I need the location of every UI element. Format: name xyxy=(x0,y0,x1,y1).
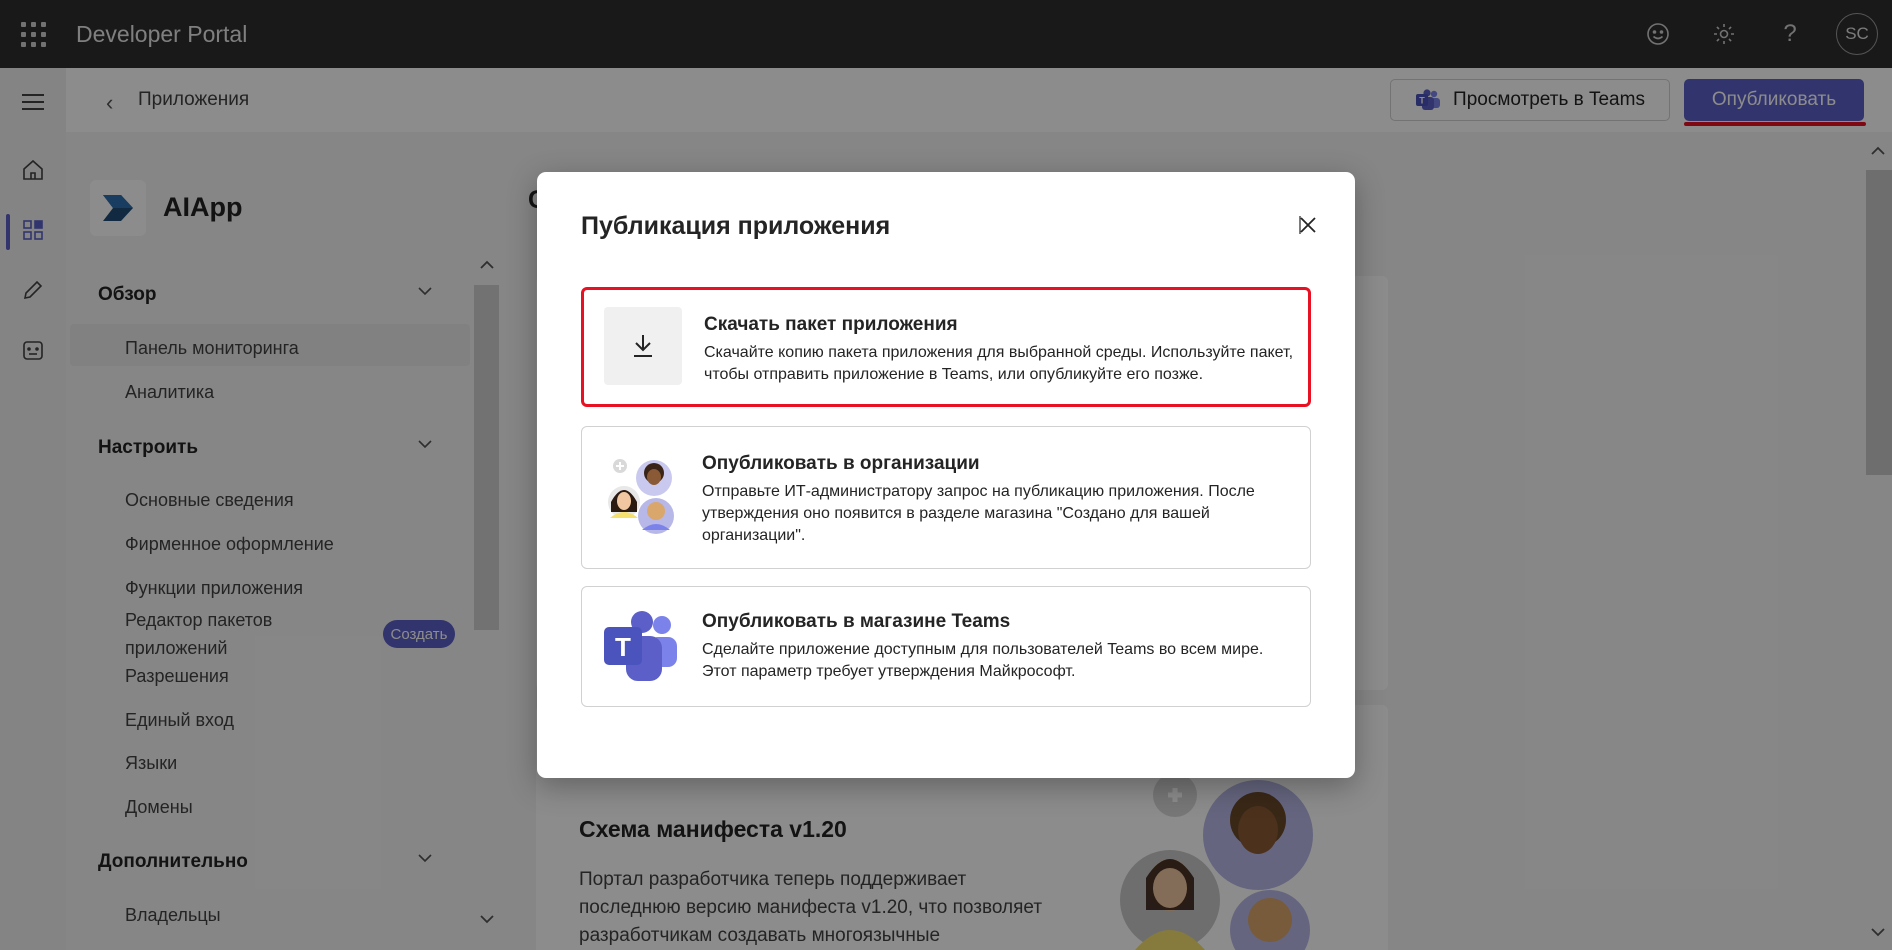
option-publish-to-org[interactable]: Опубликовать в организации Отправьте ИТ-… xyxy=(581,426,1311,569)
option-description: Отправьте ИТ-администратору запрос на пу… xyxy=(702,483,1255,544)
download-icon xyxy=(604,307,682,385)
option-download-package[interactable]: Скачать пакет приложения Скачайте копию … xyxy=(581,287,1311,407)
people-illustration-icon xyxy=(602,457,680,535)
option-title: Скачать пакет приложения xyxy=(704,314,958,335)
option-title: Опубликовать в организации xyxy=(702,453,980,474)
option-publish-to-store[interactable]: T Опубликовать в магазине Teams Сделайте… xyxy=(581,586,1311,707)
option-description: Сделайте приложение доступным для пользо… xyxy=(702,641,1264,680)
dialog-title: Публикация приложения xyxy=(581,212,891,240)
publish-dialog: Публикация приложения Скачать пакет прил… xyxy=(537,172,1355,778)
close-button[interactable] xyxy=(1291,208,1325,242)
option-description: Скачайте копию пакета приложения для выб… xyxy=(704,344,1294,383)
option-title: Опубликовать в магазине Teams xyxy=(702,611,1011,632)
svg-text:T: T xyxy=(615,632,631,662)
close-icon xyxy=(1299,216,1316,234)
teams-logo-icon: T xyxy=(602,608,680,686)
